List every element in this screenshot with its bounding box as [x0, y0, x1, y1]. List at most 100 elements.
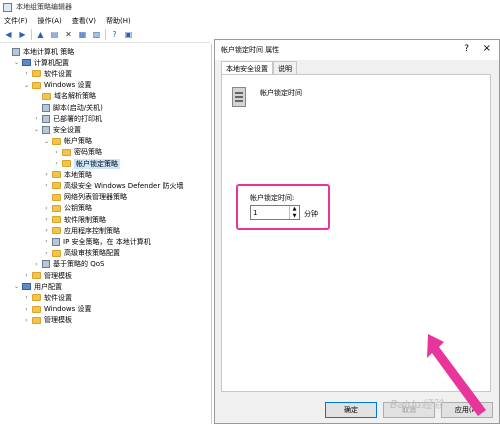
- expand-right-icon[interactable]: ›: [23, 294, 30, 301]
- policy-tree: 本地计算机 策略 ⌄ 计算机配置 › 软件设置 ⌄ Windows 设置 域名解析策略 脚本(启…: [0, 44, 212, 424]
- policy-icon: [42, 114, 50, 123]
- tree-node-label: 已部署的打印机: [53, 114, 102, 123]
- tree-node[interactable]: 本地计算机 策略: [3, 46, 74, 57]
- window-title: 本地组策略编辑器: [16, 3, 72, 11]
- tree-node[interactable]: ⌄ 计算机配置: [13, 57, 69, 68]
- policy-name: 帐户锁定时间: [260, 89, 302, 97]
- tree-node[interactable]: ⌄ 用户配置: [13, 281, 62, 292]
- tree-node-label: 域名解析策略: [54, 92, 96, 101]
- folder-icon: [32, 305, 41, 313]
- menu-help[interactable]: 帮助(H): [106, 16, 131, 26]
- help-button[interactable]: ?: [464, 44, 469, 54]
- export-icon[interactable]: ▧: [91, 29, 102, 40]
- expand-right-icon[interactable]: ›: [23, 306, 30, 313]
- expand-right-icon[interactable]: ›: [43, 250, 50, 257]
- tree-node[interactable]: ⌄ Windows 设置: [23, 80, 92, 91]
- tree-node[interactable]: › 软件限制策略: [43, 214, 106, 225]
- tree-node[interactable]: ⌄ 安全设置: [33, 124, 81, 135]
- toolbar: ◀ ▶ ▲ ▤ ✕ ▦ ▧ ? ▣: [0, 27, 210, 43]
- tree-node[interactable]: › 应用程序控制策略: [43, 225, 120, 236]
- dialog-title: 帐户锁定时间 属性: [221, 46, 280, 54]
- tree-node[interactable]: › 已部署的打印机: [33, 113, 102, 124]
- expand-down-icon[interactable]: ⌄: [13, 283, 20, 290]
- show-hide-tree-icon[interactable]: ▤: [49, 29, 60, 40]
- tab-explain[interactable]: 说明: [273, 61, 297, 74]
- folder-icon: [52, 171, 61, 179]
- expand-down-icon[interactable]: ⌄: [13, 59, 20, 66]
- tree-node-label: 软件设置: [44, 293, 72, 302]
- expand-right-icon[interactable]: ›: [33, 261, 40, 268]
- tree-node[interactable]: › 基于策略的 QoS: [33, 259, 104, 270]
- expand-right-icon[interactable]: ›: [53, 149, 60, 156]
- menu-file[interactable]: 文件(F): [4, 16, 28, 26]
- folder-icon: [32, 272, 41, 279]
- ok-button[interactable]: 确定: [325, 402, 377, 418]
- expand-right-icon[interactable]: ›: [43, 227, 50, 234]
- expand-right-icon[interactable]: ›: [33, 115, 40, 122]
- expand-down-icon[interactable]: ⌄: [23, 82, 30, 89]
- toolbar-separator: [31, 29, 32, 40]
- tree-node-label: 高级安全 Windows Defender 防火墙: [64, 181, 184, 190]
- tree-node[interactable]: › 帐户锁定策略: [53, 158, 120, 169]
- tree-node[interactable]: › 软件设置: [23, 292, 72, 303]
- properties-icon[interactable]: ▦: [77, 29, 88, 40]
- tree-node-label: 软件设置: [44, 69, 72, 78]
- tree-node[interactable]: › 高级安全 Windows Defender 防火墙: [43, 180, 183, 191]
- expand-right-icon[interactable]: ›: [43, 216, 50, 223]
- tree-node[interactable]: › 密码策略: [53, 147, 102, 158]
- expand-down-icon[interactable]: ⌄: [33, 126, 40, 133]
- expand-right-icon[interactable]: ›: [23, 70, 30, 77]
- tree-node[interactable]: › 管理模板: [23, 270, 72, 281]
- close-button[interactable]: ×: [483, 43, 491, 54]
- folder-icon: [52, 137, 61, 145]
- tab-local-security-setting[interactable]: 本地安全设置: [221, 61, 273, 74]
- tree-node-label: 管理模板: [44, 316, 72, 325]
- tree-node-label: 帐户锁定策略: [74, 158, 120, 169]
- tree-node-label: 网络列表管理器策略: [64, 193, 127, 202]
- tree-node-label: 软件限制策略: [64, 215, 106, 224]
- menu-action[interactable]: 操作(A): [38, 16, 62, 26]
- tree-node[interactable]: 域名解析策略: [33, 91, 96, 102]
- delete-icon[interactable]: ✕: [63, 29, 74, 40]
- folder-up-icon[interactable]: ▲: [35, 29, 46, 40]
- computer-icon: [22, 59, 31, 67]
- tree-node-label: IP 安全策略，在 本地计算机: [63, 237, 151, 246]
- folder-icon: [52, 193, 61, 201]
- expand-right-icon[interactable]: ›: [43, 205, 50, 212]
- tree-node[interactable]: › 软件设置: [23, 68, 72, 79]
- tree-node[interactable]: › 高级审核策略配置: [43, 248, 120, 259]
- folder-icon: [62, 148, 71, 156]
- menu-view[interactable]: 查看(V): [72, 16, 96, 26]
- folder-icon: [32, 81, 41, 89]
- view-icon[interactable]: ▣: [123, 29, 134, 40]
- folder-icon: [52, 204, 61, 212]
- tree-node[interactable]: 网络列表管理器策略: [43, 192, 127, 203]
- highlight-box: [236, 184, 330, 230]
- expand-right-icon[interactable]: ›: [43, 238, 50, 245]
- folder-icon: [32, 70, 41, 78]
- folder-icon: [52, 249, 61, 257]
- tree-node[interactable]: › IP 安全策略，在 本地计算机: [43, 236, 151, 247]
- expand-down-icon[interactable]: ⌄: [43, 138, 50, 145]
- policy-icon: [12, 47, 20, 56]
- expand-right-icon[interactable]: ›: [53, 160, 60, 167]
- help-icon[interactable]: ?: [109, 29, 120, 40]
- forward-icon[interactable]: ▶: [17, 29, 28, 40]
- expand-right-icon[interactable]: ›: [23, 317, 30, 324]
- expand-right-icon[interactable]: ›: [43, 171, 50, 178]
- expand-right-icon[interactable]: ›: [23, 272, 30, 279]
- back-icon[interactable]: ◀: [3, 29, 14, 40]
- tree-node[interactable]: 脚本(启动/关机): [33, 102, 103, 113]
- tree-node-label: 脚本(启动/关机): [53, 103, 103, 112]
- tree-node[interactable]: › 本地策略: [43, 169, 92, 180]
- tree-node[interactable]: › 管理模板: [23, 315, 72, 326]
- mmc-window: 本地组策略编辑器 文件(F) 操作(A) 查看(V) 帮助(H) ◀ ▶ ▲ ▤…: [0, 0, 500, 424]
- expand-right-icon[interactable]: ›: [43, 182, 50, 189]
- tree-node[interactable]: ⌄ 帐户策略: [43, 136, 92, 147]
- folder-icon: [52, 227, 61, 235]
- tree-node[interactable]: › Windows 设置: [23, 304, 91, 315]
- app-icon: [3, 2, 12, 12]
- tree-node[interactable]: › 公钥策略: [43, 203, 92, 214]
- folder-icon: [42, 92, 51, 100]
- title-bar: 本地组策略编辑器: [0, 0, 500, 14]
